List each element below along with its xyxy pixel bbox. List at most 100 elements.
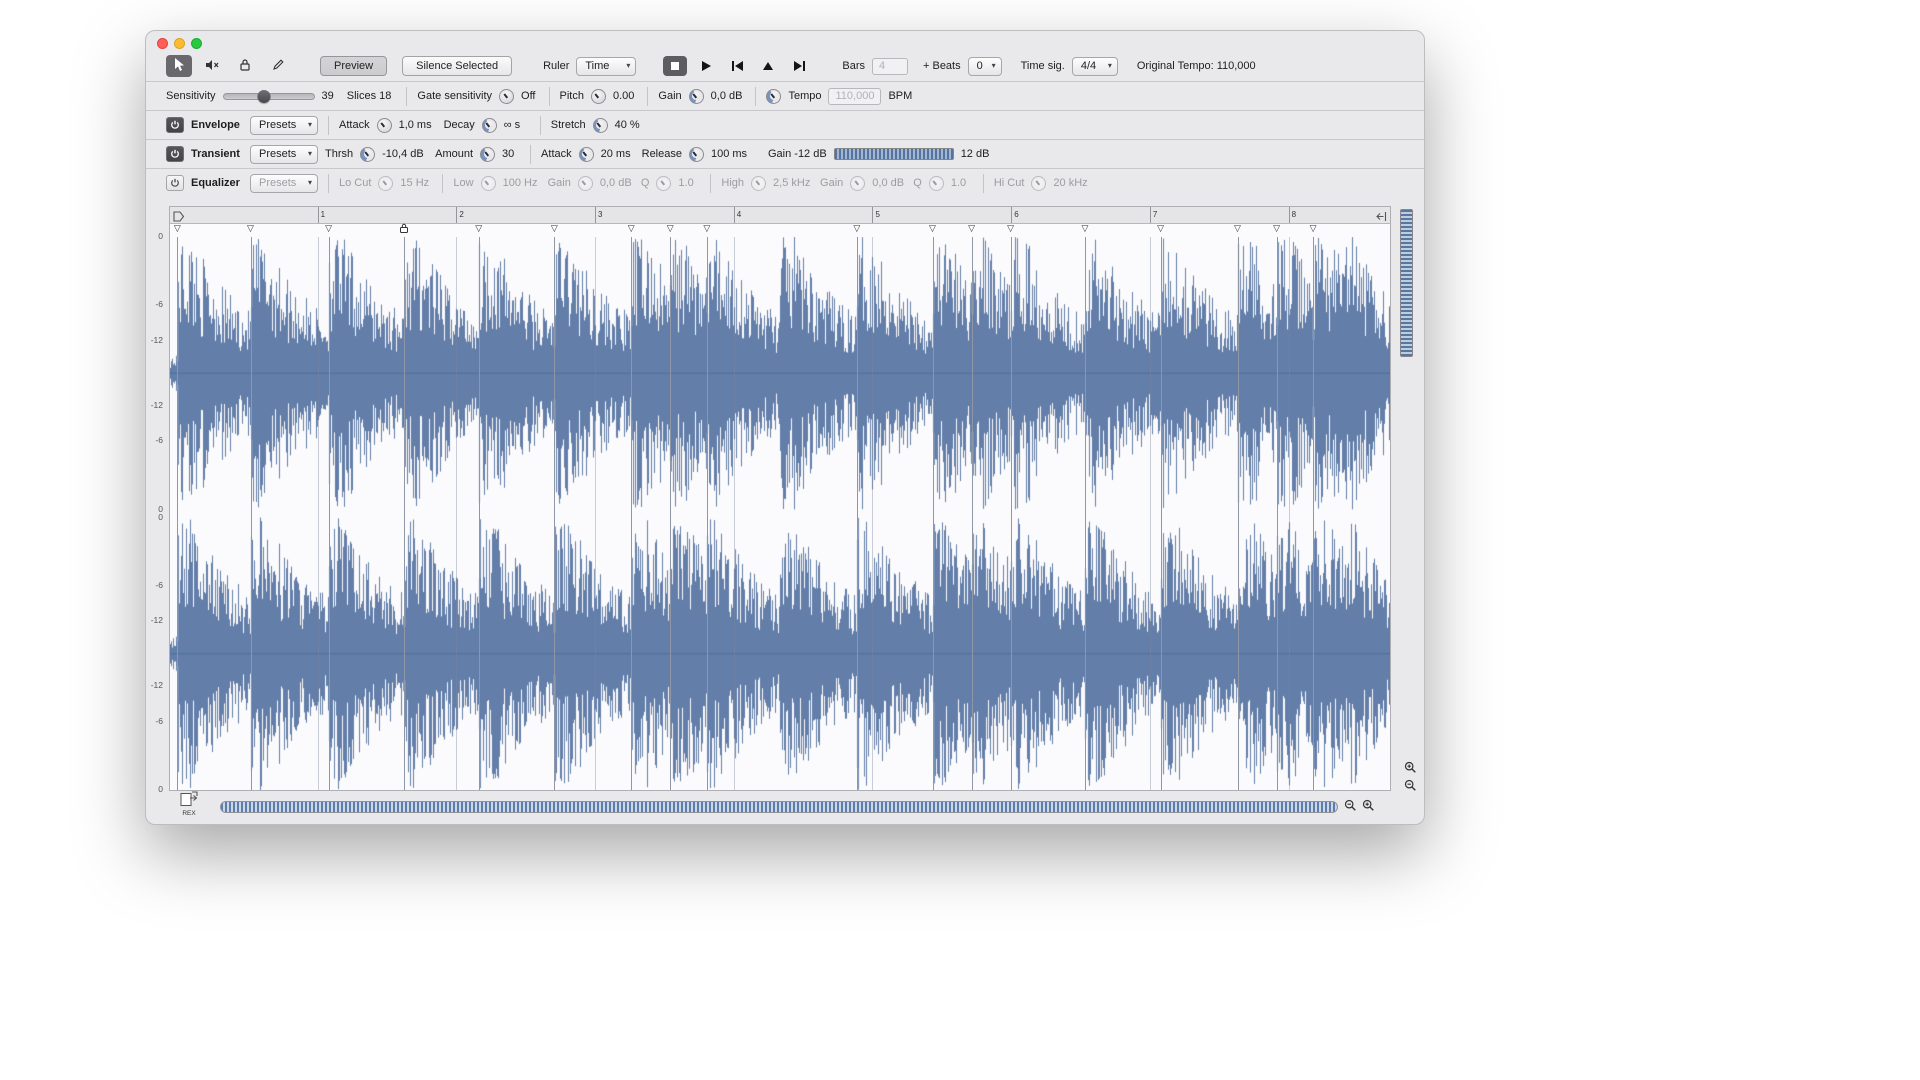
play-icon [702,61,711,71]
envelope-stretch-knob[interactable] [593,118,608,133]
slice-marker[interactable]: ▽ [551,223,558,234]
slice-marker[interactable]: ▽ [174,223,181,234]
preview-button[interactable]: Preview [320,56,387,76]
ruler-dropdown[interactable]: Time ▾ [576,57,636,76]
slice-marker[interactable]: ▽ [1234,223,1241,234]
slice-marker[interactable]: ▽ [703,223,710,234]
pencil-tool-button[interactable] [265,55,291,77]
sensitivity-slider[interactable] [223,93,315,100]
envelope-presets-dropdown[interactable]: Presets ▾ [250,116,318,135]
lock-tool-button[interactable] [232,55,258,77]
divider [983,174,984,193]
minimize-button[interactable] [174,38,185,49]
transient-attack-knob[interactable] [579,147,594,162]
gain-knob[interactable] [689,89,704,104]
zoom-in-button[interactable] [1360,799,1376,815]
close-button[interactable] [157,38,168,49]
slice-marker[interactable]: ▽ [968,223,975,234]
transient-power-button[interactable] [166,146,184,162]
go-to-start-button[interactable] [725,55,749,77]
silence-selected-button[interactable]: Silence Selected [402,56,512,76]
lock-icon [239,58,251,74]
rex-export-widget[interactable]: REX [176,791,202,817]
eq-low-knob[interactable] [481,176,496,191]
db-scale-label: -12 [151,680,163,690]
slice-marker[interactable]: ▽ [325,223,332,234]
titlebar[interactable] [146,31,1424,51]
divider [328,116,329,135]
vertical-zoom-scrollbar[interactable] [1400,209,1413,357]
waveform-area[interactable] [170,237,1390,790]
slice-marker[interactable]: ▽ [247,223,254,234]
pitch-knob[interactable] [591,89,606,104]
slice-marker[interactable]: ▽ [853,223,860,234]
zoom-out-icon [1404,779,1417,795]
eq-hicut-knob[interactable] [1031,176,1046,191]
envelope-power-button[interactable] [166,117,184,133]
bar-tick [1011,207,1012,223]
db-scale-label: 0 [158,231,163,241]
sensitivity-slider-thumb[interactable] [258,90,271,103]
tempo-field[interactable]: 110,000 [828,88,881,105]
eq-gain2-value: 0,0 dB [872,177,906,189]
vertical-zoom-out-button[interactable] [1402,779,1418,795]
tempo-knob[interactable] [766,89,781,104]
zoom-in-icon [1404,761,1417,777]
envelope-decay-knob[interactable] [482,118,497,133]
bars-field[interactable]: 4 [872,58,908,75]
slice-line [1161,237,1162,790]
horizontal-scrollbar[interactable] [220,801,1338,813]
eq-gain2-knob[interactable] [850,176,865,191]
go-to-end-button[interactable] [787,55,811,77]
slice-line [707,237,708,790]
slice-marker[interactable]: ▽ [1273,223,1280,234]
play-button[interactable] [694,55,718,77]
bar-tick [1150,207,1151,223]
transient-thrsh-knob[interactable] [360,147,375,162]
stop-button[interactable] [663,56,687,76]
timesig-dropdown[interactable]: 4/4 ▾ [1072,57,1118,76]
slice-marker[interactable]: ▽ [475,223,482,234]
transient-attack-value: 20 ms [601,148,635,160]
waveform-canvas[interactable] [170,237,1390,790]
ruler[interactable]: 12345678 [170,207,1390,224]
vertical-zoom-in-button[interactable] [1402,761,1418,777]
beats-dropdown[interactable]: 0 ▾ [968,57,1002,76]
slice-marker[interactable]: ▽ [1310,223,1317,234]
slice-marker[interactable]: ▽ [929,223,936,234]
bar-line [595,237,596,790]
equalizer-power-button[interactable] [166,175,184,191]
eq-locut-knob[interactable] [378,176,393,191]
equalizer-presets-dropdown[interactable]: Presets ▾ [250,174,318,193]
slice-marker-strip[interactable]: ▽ ▽ ▽ ▽ ▽ ▽ ▽ ▽ ▽ ▽ ▽ ▽ ▽ ▽ ▽ ▽ ▽ [170,224,1390,236]
slice-marker[interactable]: ▽ [1082,223,1089,234]
eq-gain1-knob[interactable] [578,176,593,191]
power-icon [170,176,180,191]
eq-high-knob[interactable] [751,176,766,191]
slice-lock-marker[interactable] [400,223,409,236]
zoom-out-button[interactable] [1342,799,1358,815]
transient-release-knob[interactable] [689,147,704,162]
slice-line [554,237,555,790]
zoom-window-button[interactable] [191,38,202,49]
arrow-tool-button[interactable] [166,55,192,77]
transient-amount-knob[interactable] [480,147,495,162]
chevron-down-icon: ▾ [308,179,312,187]
gate-sensitivity-knob[interactable] [499,89,514,104]
envelope-attack-knob[interactable] [377,118,392,133]
ruler-label: Ruler [543,60,569,72]
slice-marker[interactable]: ▽ [628,223,635,234]
mute-tool-button[interactable] [199,55,225,77]
db-scale-label: -12 [151,615,163,625]
slice-marker[interactable]: ▽ [1007,223,1014,234]
gain-value: 0,0 dB [711,90,743,102]
transient-presets-dropdown[interactable]: Presets ▾ [250,145,318,164]
slice-marker[interactable]: ▽ [667,223,674,234]
eq-q1-knob[interactable] [656,176,671,191]
eq-q2-knob[interactable] [929,176,944,191]
timesig-dropdown-value: 4/4 [1081,60,1100,72]
eq-q1-label: Q [641,177,650,189]
marker-up-button[interactable] [756,55,780,77]
slice-line [479,237,480,790]
slice-marker[interactable]: ▽ [1157,223,1164,234]
